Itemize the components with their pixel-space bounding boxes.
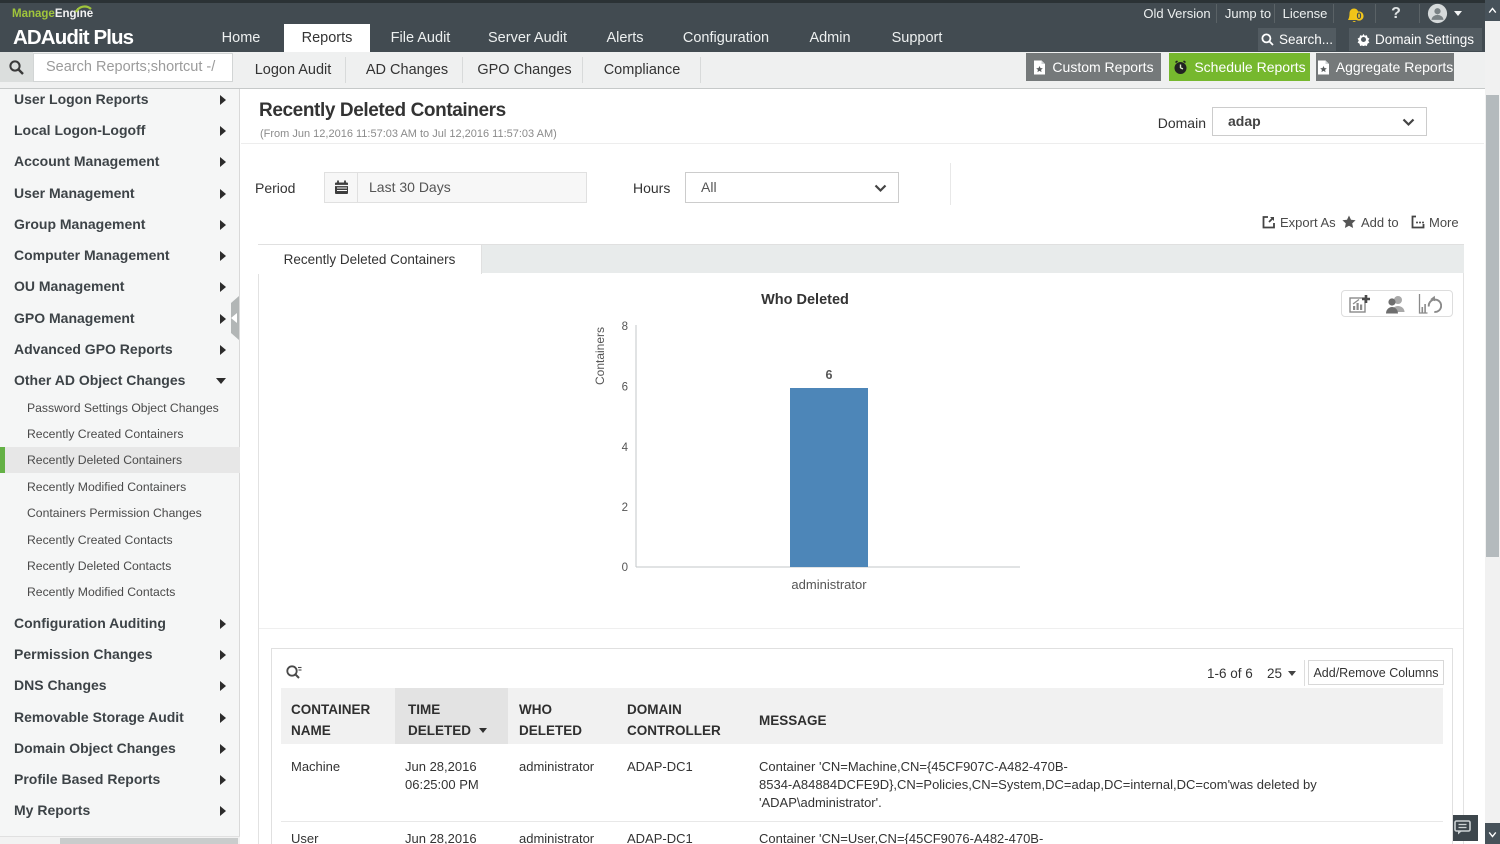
svg-text:6: 6 (826, 368, 833, 382)
svg-text:0: 0 (1356, 11, 1361, 21)
svg-text:4: 4 (622, 442, 629, 454)
svg-text:6: 6 (622, 381, 628, 393)
svg-text:Containers: Containers (593, 327, 607, 385)
svg-text:0: 0 (622, 562, 628, 574)
svg-text:8: 8 (622, 321, 628, 333)
svg-text:2: 2 (622, 502, 628, 514)
svg-text:administrator: administrator (791, 577, 867, 592)
